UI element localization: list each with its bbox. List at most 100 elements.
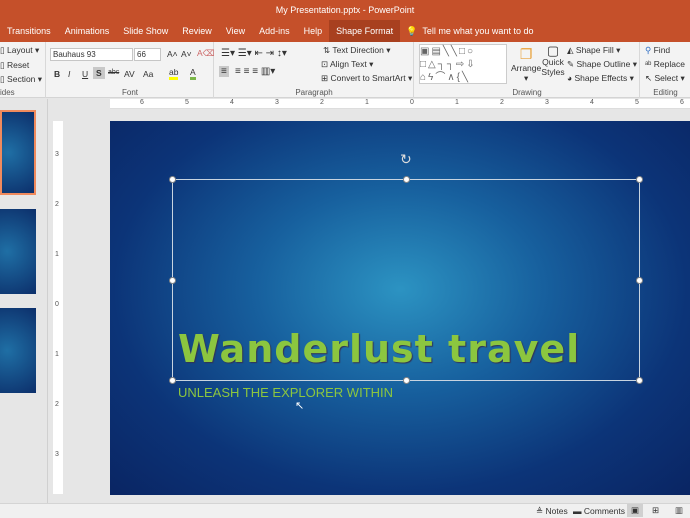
horizontal-ruler: 6 5 4 3 2 1 0 1 2 3 4 5 6 xyxy=(110,99,690,109)
slide-thumbnail[interactable] xyxy=(0,308,36,393)
ruler-tick-label: 3 xyxy=(275,99,279,106)
highlight-icon[interactable]: ab xyxy=(169,67,179,80)
tab-add-ins[interactable]: Add-ins xyxy=(252,20,297,42)
tab-shape-format[interactable]: Shape Format xyxy=(329,20,401,42)
bullets-icon[interactable]: ☰▾ ☰▾ ⇤ ⇥ ↕▾ xyxy=(221,48,287,59)
tab-help[interactable]: Help xyxy=(297,20,330,42)
grow-font-icon[interactable]: A˄ xyxy=(167,49,178,59)
replace-button[interactable]: ᵃᵇ Replace xyxy=(645,59,685,69)
title-bar: My Presentation.pptx - PowerPoint xyxy=(0,0,690,20)
tab-slide-show[interactable]: Slide Show xyxy=(116,20,175,42)
shape-outline-label: Shape Outline xyxy=(576,59,631,69)
align-buttons-icon[interactable]: ≡ ≡ ≡ ▥▾ xyxy=(235,66,275,77)
rotate-handle-icon[interactable]: ↻ xyxy=(400,151,412,168)
clear-formatting-icon[interactable]: A⌫ xyxy=(197,48,215,59)
reading-view-icon[interactable]: ▥ xyxy=(675,505,683,516)
tab-transitions[interactable]: Transitions xyxy=(0,20,58,42)
ribbon-tabs: Transitions Animations Slide Show Review… xyxy=(0,20,690,42)
ruler-tick-label: 1 xyxy=(455,99,459,106)
tab-view[interactable]: View xyxy=(219,20,252,42)
text-direction-button[interactable]: ⇅ Text Direction ▾ xyxy=(323,45,390,56)
comments-label: Comments xyxy=(583,506,625,516)
text-direction-label: Text Direction xyxy=(332,45,384,55)
find-icon: ⚲ xyxy=(645,45,652,55)
layout-button[interactable]: ▯ Layout ▾ xyxy=(0,45,39,56)
ruler-tick-label: 1 xyxy=(55,251,59,258)
font-color-button[interactable]: A xyxy=(190,67,196,80)
cursor-icon: ↖ xyxy=(645,73,653,83)
smartart-label: Convert to SmartArt xyxy=(330,73,406,83)
change-case-button[interactable]: Aa xyxy=(143,69,153,79)
resize-handle[interactable] xyxy=(169,277,176,284)
normal-view-icon[interactable]: ▣ xyxy=(627,504,644,517)
italic-button[interactable]: I xyxy=(68,69,70,79)
ribbon: ▯ Layout ▾ ▯ Reset ▯ Section ▾ ides Bauh… xyxy=(0,42,690,98)
mouse-cursor-icon: ↖ xyxy=(295,400,305,412)
slide-canvas[interactable]: ↻ Wanderlust travel UNLEASH THE EXPLORER… xyxy=(110,121,690,495)
lightbulb-icon: 💡 xyxy=(406,25,418,36)
shadow-button[interactable]: S xyxy=(93,67,105,79)
tab-review[interactable]: Review xyxy=(175,20,219,42)
resize-handle[interactable] xyxy=(636,377,643,384)
bold-button[interactable]: B xyxy=(54,69,60,79)
ruler-tick-label: 4 xyxy=(230,99,234,106)
strikethrough-button[interactable]: abc xyxy=(108,69,119,76)
quick-styles-icon: ▢ xyxy=(546,43,560,58)
ruler-tick-label: 2 xyxy=(500,99,504,106)
vertical-ruler: 3 2 1 0 1 2 3 xyxy=(53,121,63,494)
drawing-group: ▣▤╲╲□○ □△┐┐⇨⇩ ⌂ϟ⌒∧{╲ ❐ Arrange ▾ ▢ Quick St… xyxy=(415,42,640,98)
character-spacing-button[interactable]: AV xyxy=(124,69,135,79)
status-bar: ≜ Notes ▬ Comments ▣ ⊞ ▥ xyxy=(0,503,690,518)
slide-subtitle[interactable]: UNLEASH THE EXPLORER WITHIN xyxy=(178,385,393,400)
arrange-button[interactable]: ❐ Arrange ▾ xyxy=(511,46,541,84)
font-name-field[interactable]: Bauhaus 93 xyxy=(50,48,133,61)
notes-button[interactable]: ≜ Notes xyxy=(536,506,568,517)
comments-button[interactable]: ▬ Comments xyxy=(573,506,625,516)
slides-group: ▯ Layout ▾ ▯ Reset ▯ Section ▾ ides xyxy=(0,42,46,98)
section-button[interactable]: ▯ Section ▾ xyxy=(0,74,42,85)
paragraph-group-label: Paragraph xyxy=(295,88,333,97)
resize-handle[interactable] xyxy=(169,377,176,384)
ruler-tick-label: 2 xyxy=(320,99,324,106)
shapes-gallery[interactable]: ▣▤╲╲□○ □△┐┐⇨⇩ ⌂ϟ⌒∧{╲ xyxy=(419,44,507,84)
reset-label: Reset xyxy=(7,60,30,70)
align-left-icon[interactable]: ≡ xyxy=(219,66,229,77)
window-title: My Presentation.pptx - PowerPoint xyxy=(275,5,415,15)
shape-effects-button[interactable]: ◕ Shape Effects ▾ xyxy=(567,73,634,84)
quick-styles-button[interactable]: ▢ Quick Styles xyxy=(541,43,565,77)
quick-styles-label: Quick Styles xyxy=(541,57,565,77)
ruler-tick-label: 3 xyxy=(55,151,59,158)
slide-title[interactable]: Wanderlust travel xyxy=(178,327,580,371)
ruler-tick-label: 3 xyxy=(55,451,59,458)
slide-sorter-icon[interactable]: ⊞ xyxy=(652,505,659,516)
tab-animations[interactable]: Animations xyxy=(58,20,117,42)
align-text-button[interactable]: ⊡ Align Text ▾ xyxy=(321,59,373,70)
shrink-font-icon[interactable]: A˅ xyxy=(181,49,192,59)
resize-handle[interactable] xyxy=(403,377,410,384)
editing-group-label: Editing xyxy=(653,88,678,97)
resize-handle[interactable] xyxy=(636,176,643,183)
slide-thumbnails xyxy=(0,99,48,503)
slide-thumbnail[interactable] xyxy=(0,209,36,294)
select-button[interactable]: ↖ Select ▾ xyxy=(645,73,685,84)
font-size-field[interactable]: 66 xyxy=(134,48,161,61)
ruler-tick-label: 1 xyxy=(365,99,369,106)
font-group-label: Font xyxy=(121,88,138,97)
tell-me-search[interactable]: Tell me what you want to do xyxy=(422,26,533,36)
find-button[interactable]: ⚲ Find xyxy=(645,45,670,56)
shape-outline-button[interactable]: ✎ Shape Outline ▾ xyxy=(567,59,637,70)
underline-button[interactable]: U xyxy=(82,69,88,79)
shape-fill-label: Shape Fill xyxy=(575,45,614,55)
reset-button[interactable]: ▯ Reset xyxy=(0,60,29,71)
resize-handle[interactable] xyxy=(636,277,643,284)
layout-label: Layout xyxy=(7,45,33,55)
align-text-label: Align Text xyxy=(330,59,367,69)
select-label: Select xyxy=(654,73,679,83)
shape-fill-button[interactable]: ◭ Shape Fill ▾ xyxy=(567,45,620,56)
notes-label: Notes xyxy=(545,506,568,516)
resize-handle[interactable] xyxy=(403,176,410,183)
convert-smartart-button[interactable]: ⊞ Convert to SmartArt ▾ xyxy=(321,73,412,84)
section-label: Section xyxy=(7,74,36,84)
slide-thumbnail[interactable] xyxy=(0,110,36,195)
resize-handle[interactable] xyxy=(169,176,176,183)
